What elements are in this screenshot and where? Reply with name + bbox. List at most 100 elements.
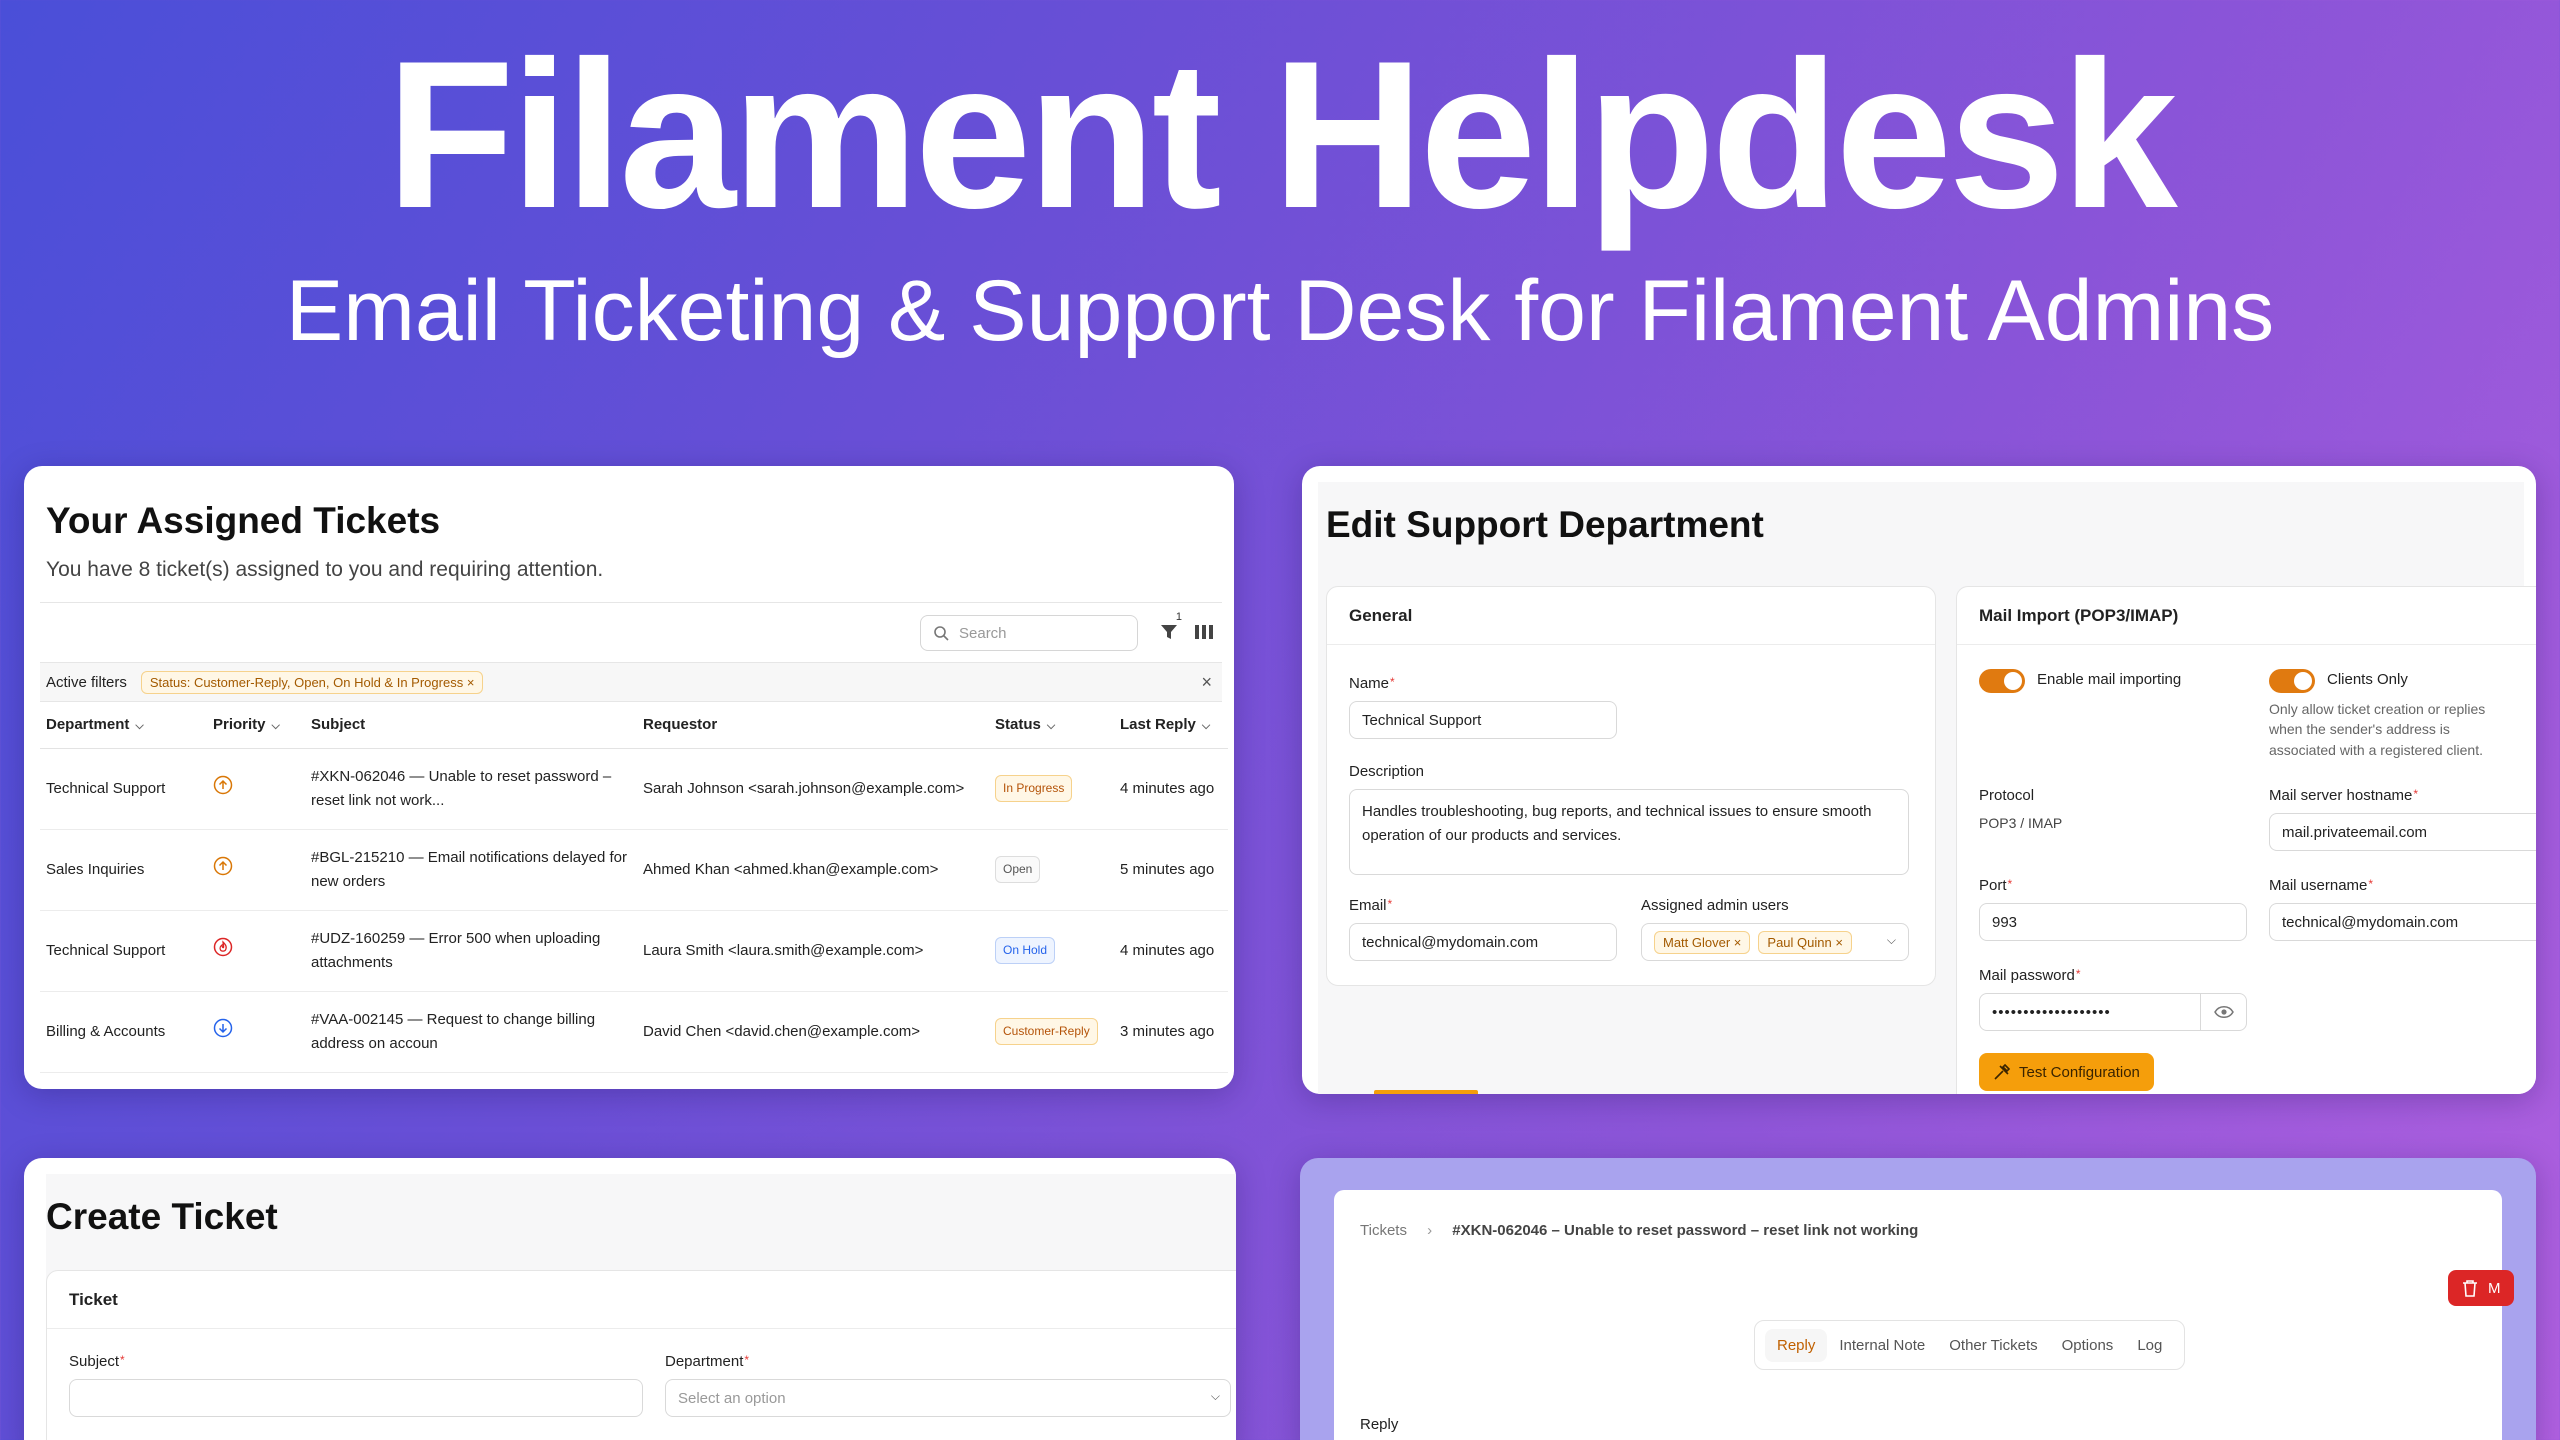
status-badge: On Hold xyxy=(995,936,1056,965)
page-subtitle: You have 8 ticket(s) assigned to you and… xyxy=(46,558,604,581)
page-title: Edit Support Department xyxy=(1326,504,1764,545)
hostname-field[interactable]: mail.privateemail.com xyxy=(2269,813,2536,851)
table-row[interactable]: Sales Inquiries #BGL-215210 — Email noti… xyxy=(40,829,1228,911)
cell-requestor: Sarah Johnson <sarah.johnson@example.com… xyxy=(637,748,989,830)
chevron-down-icon: ⌵ xyxy=(271,720,280,733)
filter-chip-label: Status: Customer-Reply, Open, On Hold & … xyxy=(149,674,464,690)
chevron-down-icon[interactable]: ⌵ xyxy=(1887,933,1896,948)
table-row[interactable]: Technical Support #UDZ-160259 — Error 50… xyxy=(40,910,1228,992)
cell-last-reply: 3 minutes ago xyxy=(1114,991,1228,1073)
cell-department: Sales Inquiries xyxy=(40,829,207,911)
priority-high-icon xyxy=(213,775,233,794)
col-status[interactable]: Status ⌵ xyxy=(989,702,1114,749)
cell-status: On Hold xyxy=(989,910,1114,992)
eye-icon[interactable] xyxy=(2200,994,2246,1030)
hero-subtitle: Email Ticketing & Support Desk for Filam… xyxy=(285,263,2275,359)
edit-department-panel: Edit Support Department General Name* Te… xyxy=(1302,466,2536,1094)
name-label: Name* xyxy=(1349,675,1395,692)
breadcrumb-root[interactable]: Tickets xyxy=(1360,1222,1407,1239)
section-heading: Mail Import (POP3/IMAP) xyxy=(1957,587,2536,645)
status-badge: In Progress xyxy=(995,774,1073,803)
email-label: Email* xyxy=(1349,897,1393,914)
enable-mail-toggle[interactable] xyxy=(1979,669,2025,693)
protocol-value: POP3 / IMAP xyxy=(1979,815,2063,831)
description-label: Description xyxy=(1349,763,1425,780)
filter-icon[interactable] xyxy=(1160,623,1178,641)
col-last-reply[interactable]: Last Reply ⌵ xyxy=(1114,702,1228,749)
active-filters-label: Active filters xyxy=(46,673,127,691)
enable-mail-label: Enable mail importing xyxy=(2037,671,2182,688)
cell-status: Customer-Reply xyxy=(989,991,1114,1073)
tab-other-tickets[interactable]: Other Tickets xyxy=(1937,1329,2049,1362)
table-row[interactable]: Technical Support #XKN-062046 — Unable t… xyxy=(40,748,1228,830)
priority-high-icon xyxy=(213,856,233,875)
password-field[interactable]: ••••••••••••••••••• xyxy=(1979,993,2247,1031)
cell-subject: #UDZ-160259 — Error 500 when uploading at… xyxy=(305,910,637,992)
department-select[interactable]: Select an option ⌵ xyxy=(665,1379,1231,1417)
username-field[interactable]: technical@mydomain.com xyxy=(2269,903,2536,941)
tab-log[interactable]: Log xyxy=(2125,1329,2174,1362)
tools-icon xyxy=(1994,1063,2011,1080)
cell-last-reply: 4 minutes ago xyxy=(1114,748,1228,830)
test-configuration-button[interactable]: Test Configuration xyxy=(1979,1053,2154,1091)
admin-tag[interactable]: Matt Glover × xyxy=(1654,930,1751,954)
hero-title: Filament Helpdesk xyxy=(386,17,2178,252)
clear-filters-icon[interactable]: × xyxy=(1201,672,1212,693)
col-priority[interactable]: Priority ⌵ xyxy=(207,702,305,749)
admin-tag[interactable]: Paul Quinn × xyxy=(1758,930,1852,954)
cell-requestor: David Chen <david.chen@example.com> xyxy=(637,991,989,1073)
delete-button[interactable]: M xyxy=(2448,1270,2514,1306)
cell-requestor: Ahmed Khan <ahmed.khan@example.com> xyxy=(637,829,989,911)
cell-last-reply: 4 minutes ago xyxy=(1114,910,1228,992)
filter-count-badge: 1 xyxy=(1175,611,1182,623)
email-field[interactable]: technical@mydomain.com xyxy=(1349,923,1617,961)
assigned-tickets-panel: Your Assigned Tickets You have 8 ticket(… xyxy=(24,466,1234,1089)
status-badge: Open xyxy=(995,855,1041,884)
cell-priority xyxy=(207,991,305,1073)
name-field[interactable]: Technical Support xyxy=(1349,701,1617,739)
search-placeholder: Search xyxy=(959,624,1007,642)
clients-only-help: Only allow ticket creation or replies wh… xyxy=(2269,701,2486,758)
tickets-table: Department ⌵ Priority ⌵ Subject Requestor … xyxy=(40,702,1228,1073)
cell-priority xyxy=(207,748,305,830)
description-field[interactable]: Handles troubleshooting, bug reports, an… xyxy=(1349,789,1909,875)
chevron-down-icon: ⌵ xyxy=(1046,720,1056,733)
cell-subject: #XKN-062046 — Unable to reset password –… xyxy=(305,748,637,830)
cell-status: In Progress xyxy=(989,748,1114,830)
col-subject: Subject xyxy=(305,702,637,749)
col-department[interactable]: Department ⌵ xyxy=(40,702,207,749)
search-input[interactable]: Search xyxy=(920,615,1138,651)
section-heading: Ticket xyxy=(47,1271,1236,1329)
tab-options[interactable]: Options xyxy=(2050,1329,2126,1362)
cell-priority xyxy=(207,910,305,992)
table-header-row: Department ⌵ Priority ⌵ Subject Requestor … xyxy=(40,702,1228,749)
filter-chip[interactable]: Status: Customer-Reply, Open, On Hold & … xyxy=(140,670,484,694)
chevron-down-icon: ⌵ xyxy=(135,720,144,733)
active-filters-bar: Active filters Status: Customer-Reply, O… xyxy=(40,662,1222,702)
department-label: Department* xyxy=(665,1353,750,1370)
page-title: Your Assigned Tickets xyxy=(46,500,441,541)
col-requestor: Requestor xyxy=(637,702,989,749)
admins-select[interactable]: Matt Glover × Paul Quinn × ⌵ xyxy=(1641,923,1909,961)
chevron-down-icon[interactable]: ⌵ xyxy=(1211,1389,1220,1404)
port-field[interactable]: 993 xyxy=(1979,903,2247,941)
tab-internal-note[interactable]: Internal Note xyxy=(1827,1329,1937,1362)
ticket-tabs: Reply Internal Note Other Tickets Option… xyxy=(1754,1320,2186,1370)
reply-label: Reply xyxy=(1360,1416,1399,1433)
tab-reply[interactable]: Reply xyxy=(1765,1328,1828,1362)
table-row[interactable]: Billing & Accounts #VAA-002145 — Request… xyxy=(40,991,1228,1073)
chip-remove-icon[interactable]: × xyxy=(467,675,475,690)
port-label: Port* xyxy=(1979,877,2013,894)
mail-import-card: Mail Import (POP3/IMAP) Enable mail impo… xyxy=(1956,586,2536,1094)
columns-icon[interactable] xyxy=(1194,623,1214,641)
section-heading: General xyxy=(1327,587,1935,645)
subject-field[interactable] xyxy=(69,1379,643,1417)
ticket-card: Ticket Subject* Department* Select an op… xyxy=(46,1270,1236,1440)
clients-only-toggle[interactable] xyxy=(2269,669,2315,693)
save-button-edge[interactable] xyxy=(1374,1090,1478,1094)
password-label: Mail password* xyxy=(1979,967,2081,984)
cell-status: Open xyxy=(989,829,1114,911)
protocol-label: Protocol xyxy=(1979,787,2035,804)
chevron-right-icon: › xyxy=(1427,1222,1433,1239)
username-label: Mail username* xyxy=(2269,877,2374,894)
